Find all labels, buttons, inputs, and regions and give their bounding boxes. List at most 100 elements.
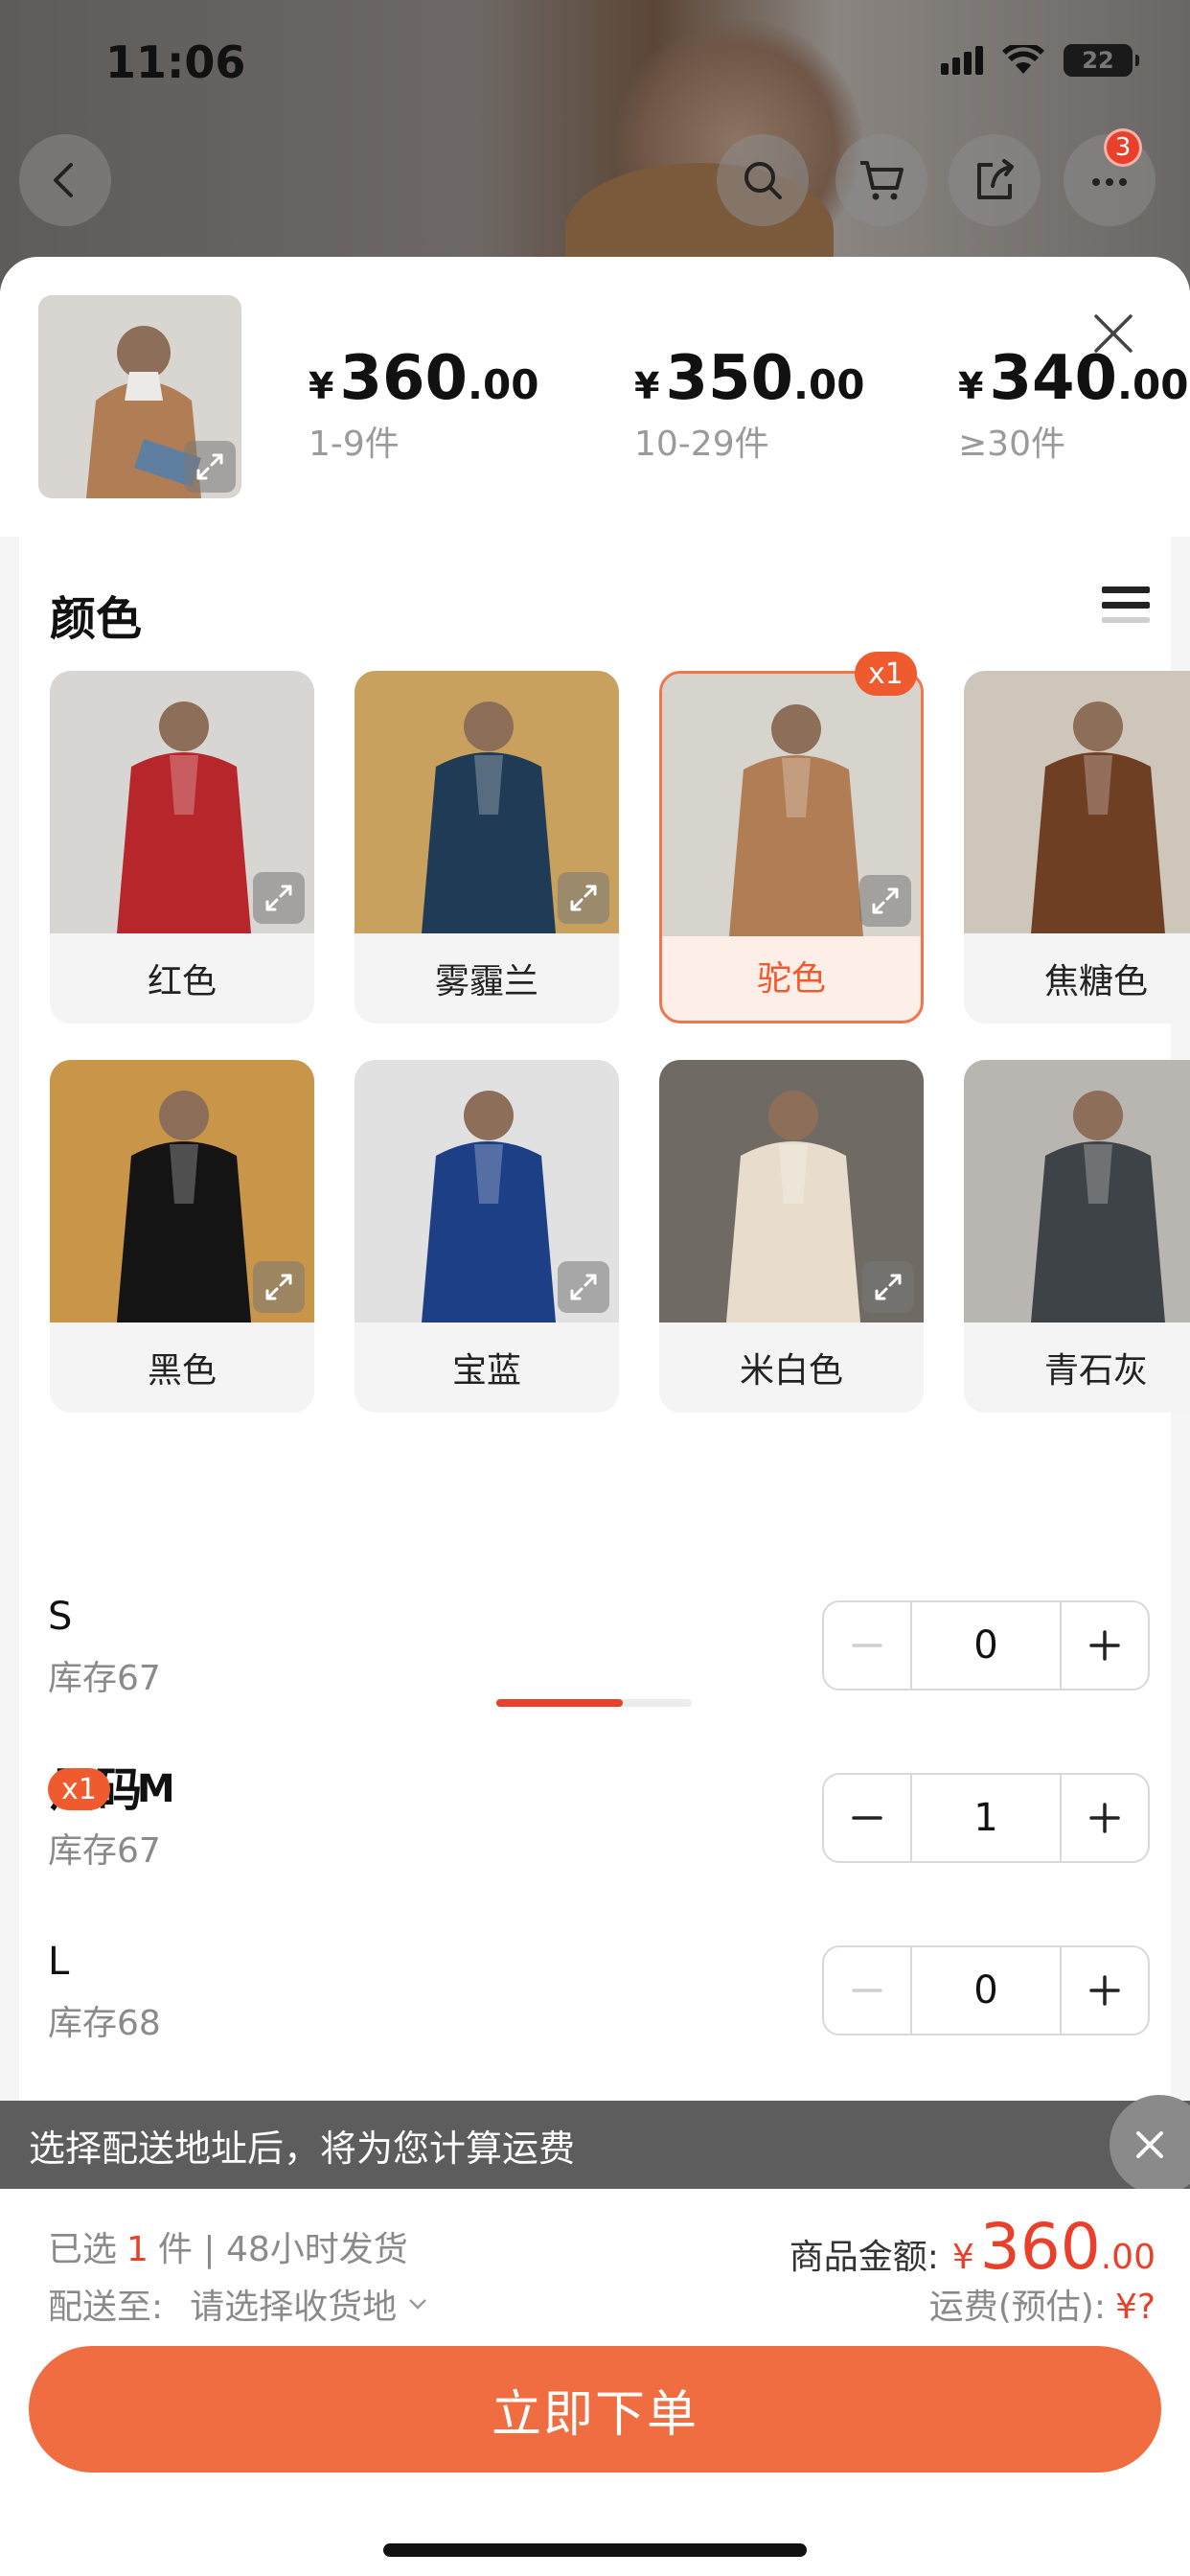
color-option[interactable]: 黑色 [50,1060,314,1413]
coat-photo [964,671,1190,933]
wifi-icon [1002,41,1044,76]
expand-icon[interactable] [253,872,305,924]
minus-icon [852,1816,882,1820]
expand-icon[interactable] [253,1261,305,1313]
share-button[interactable] [949,134,1041,226]
color-option[interactable]: 宝蓝 [355,1060,619,1413]
increase-button[interactable] [1062,1775,1148,1861]
quantity-stepper: 1 [822,1773,1150,1863]
decrease-button[interactable] [824,1775,910,1861]
price-tier-1: ¥ 360 .00 1-9件 [309,343,538,466]
ship-to-row[interactable]: 配送至: 请选择收货地 [48,2279,429,2329]
increase-button[interactable] [1062,1947,1148,2034]
ship-to-address-picker[interactable]: 请选择收货地 [190,2279,397,2329]
selected-suffix: 件 | 48小时发货 [157,2230,408,2269]
price-decimal: .00 [468,361,539,408]
list-view-icon [1102,586,1150,623]
expand-icon[interactable] [184,441,236,493]
size-selected-badge: x1 [48,1768,110,1810]
place-order-button[interactable]: 立即下单 [29,2346,1161,2472]
color-option-label: 红色 [147,962,217,1001]
home-indicator [383,2543,807,2557]
color-option[interactable]: 驼色 [659,671,924,1024]
quantity-value[interactable]: 1 [910,1775,1062,1861]
price-integer: 360 [339,343,469,414]
expand-icon[interactable] [862,1261,914,1313]
ship-to-label: 配送至: [48,2288,164,2327]
plus-icon [1089,1630,1120,1661]
battery-icon: 22 [1064,44,1139,77]
color-option[interactable]: 雾霾兰 [355,671,619,1024]
shipping-fee-value: ¥? [1114,2288,1156,2327]
size-row: x1 M 库存67 1 [48,1767,1150,1882]
quantity-value[interactable]: 0 [910,1947,1062,2034]
price-decimal: .00 [1117,361,1189,408]
color-option-label: 黑色 [147,1351,217,1391]
size-row: S 库存67 0 [48,1595,1150,1710]
close-icon [1136,2131,1163,2158]
list-view-toggle[interactable] [1102,583,1150,629]
price-tier-2: ¥ 350 .00 10-29件 [634,343,864,466]
quantity-value[interactable]: 0 [910,1602,1062,1689]
color-option-label: 宝蓝 [451,1351,521,1391]
decrease-button[interactable] [824,1602,910,1689]
back-button[interactable] [19,134,111,226]
expand-icon[interactable] [859,875,911,927]
back-icon [54,163,73,197]
color-option-label: 焦糖色 [1043,962,1148,1001]
shipping-fee: 运费(预估): ¥? [929,2279,1156,2329]
color-option-image [964,671,1190,933]
color-option[interactable]: 焦糖色 [964,671,1190,1024]
color-option-label: 驼色 [756,959,826,999]
close-sheet-button[interactable] [1087,307,1140,360]
price-quantity-range: 10-29件 [634,425,769,464]
color-option[interactable]: 红色 [50,671,314,1024]
dismiss-banner-button[interactable] [1110,2095,1190,2195]
more-button[interactable]: 3 [1064,128,1156,226]
status-time: 11:06 [105,36,246,88]
selected-summary: 已选 1 件 | 48小时发货 [48,2221,408,2271]
chevron-down-icon [409,2299,427,2310]
selected-count-badge: x1 [855,652,917,696]
color-option-label: 米白色 [739,1351,843,1391]
price-currency: ¥ [309,365,334,407]
selected-count: 1 [126,2230,149,2269]
selected-prefix: 已选 [48,2230,118,2269]
size-name: S [48,1595,73,1639]
total-integer: 360 [979,2210,1101,2284]
total-currency: ¥ [951,2238,974,2277]
color-option-label: 雾霾兰 [434,962,538,1001]
share-icon [977,159,1014,199]
quantity-stepper: 0 [822,1600,1150,1690]
price-decimal: .00 [793,361,865,408]
expand-icon[interactable] [558,1261,609,1313]
status-bar: 11:06 22 [0,0,1190,125]
increase-button[interactable] [1062,1602,1148,1689]
cart-button[interactable] [835,134,927,226]
minus-icon [852,1989,882,1992]
decrease-button[interactable] [824,1947,910,2034]
shipping-notice-banner: 选择配送地址后，将为您计算运费 [0,2095,1190,2195]
color-option[interactable]: 米白色 [659,1060,924,1413]
expand-icon[interactable] [558,872,609,924]
size-name: L [48,1940,70,1984]
cellular-signal-icon [941,46,983,75]
shipping-notice-text: 选择配送地址后，将为您计算运费 [29,2127,576,2170]
order-footer: 已选 1 件 | 48小时发货 配送至: 请选择收货地 商品金额: ¥ 360 .0… [0,2189,1190,2576]
search-icon [744,162,782,199]
total-decimal: .00 [1100,2238,1156,2277]
search-button[interactable] [717,134,809,226]
price-quantity-range: ≥30件 [958,425,1065,464]
close-icon [1094,314,1133,353]
cart-count-badge: 3 [1104,128,1142,167]
selected-product-thumbnail[interactable] [38,295,241,498]
size-name: M [136,1767,175,1811]
size-row: L 库存68 0 [48,1940,1150,2055]
total-label: 商品金额: [789,2238,939,2277]
color-option[interactable]: 青石灰 [964,1060,1190,1413]
price-currency: ¥ [634,365,660,407]
status-icons: 22 [941,41,1139,77]
color-option-label: 青石灰 [1043,1351,1148,1391]
plus-icon [1089,1803,1120,1833]
color-section-title: 颜色 [50,592,143,646]
